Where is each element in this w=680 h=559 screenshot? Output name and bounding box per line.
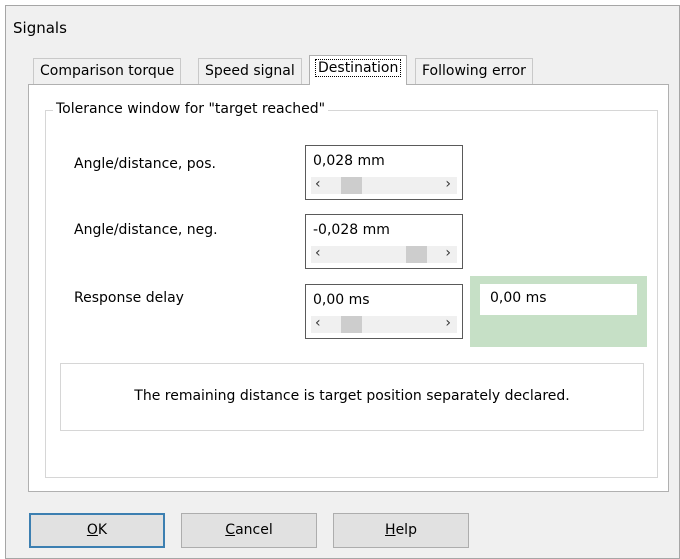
neg-distance-label: Angle/distance, neg. — [74, 222, 218, 238]
scroll-left-icon[interactable]: ‹ — [315, 245, 321, 261]
help-mnemonic: H — [385, 522, 396, 538]
tab-following-error[interactable]: Following error — [415, 58, 533, 84]
help-label-rest: elp — [395, 522, 417, 538]
cancel-button[interactable]: Cancel — [181, 513, 317, 548]
cancel-mnemonic: C — [225, 522, 236, 538]
tab-comparison-torque[interactable]: Comparison torque — [33, 58, 182, 84]
scroll-thumb[interactable] — [340, 316, 362, 333]
response-delay-value: 0,00 ms — [313, 292, 370, 308]
neg-distance-field[interactable]: -0,028 mm ‹ › — [305, 214, 463, 269]
tab-destination[interactable]: Destination — [309, 55, 408, 85]
ok-mnemonic: O — [86, 522, 98, 538]
ok-label-rest: K — [97, 522, 108, 538]
help-button[interactable]: Help — [333, 513, 469, 548]
scroll-left-icon[interactable]: ‹ — [315, 176, 321, 192]
response-delay-scrollbar[interactable]: ‹ › — [311, 315, 457, 333]
groupbox-title: Tolerance window for "target reached" — [53, 101, 329, 117]
response-delay-label: Response delay — [74, 290, 184, 306]
window-title: Signals — [13, 19, 67, 37]
scroll-right-icon[interactable]: › — [445, 315, 451, 331]
tab-label: Destination — [314, 59, 402, 77]
ok-button[interactable]: OK — [29, 513, 165, 548]
pos-distance-label: Angle/distance, pos. — [74, 156, 216, 172]
title-bar: Signals — [6, 6, 679, 46]
pos-distance-field[interactable]: 0,028 mm ‹ › — [305, 145, 463, 200]
scroll-left-icon[interactable]: ‹ — [315, 315, 321, 331]
scroll-thumb[interactable] — [340, 177, 362, 194]
response-delay-field[interactable]: 0,00 ms ‹ › — [305, 284, 463, 339]
neg-distance-value: -0,028 mm — [313, 222, 390, 238]
tab-label: Speed signal — [205, 63, 295, 79]
info-box: The remaining distance is target positio… — [60, 363, 644, 431]
pos-distance-scrollbar[interactable]: ‹ › — [311, 176, 457, 194]
tab-label: Comparison torque — [40, 63, 175, 79]
pos-distance-value: 0,028 mm — [313, 153, 385, 169]
scroll-thumb[interactable] — [406, 246, 428, 263]
neg-distance-scrollbar[interactable]: ‹ › — [311, 245, 457, 263]
scroll-right-icon[interactable]: › — [445, 245, 451, 261]
tab-label: Following error — [422, 63, 526, 79]
scroll-right-icon[interactable]: › — [445, 176, 451, 192]
result-display: 0,00 ms — [480, 284, 637, 315]
result-value: 0,00 ms — [490, 290, 547, 306]
info-text: The remaining distance is target positio… — [134, 388, 570, 404]
tab-speed-signal[interactable]: Speed signal — [198, 58, 302, 84]
cancel-label-rest: ancel — [235, 522, 273, 538]
result-panel: 0,00 ms — [470, 276, 647, 347]
